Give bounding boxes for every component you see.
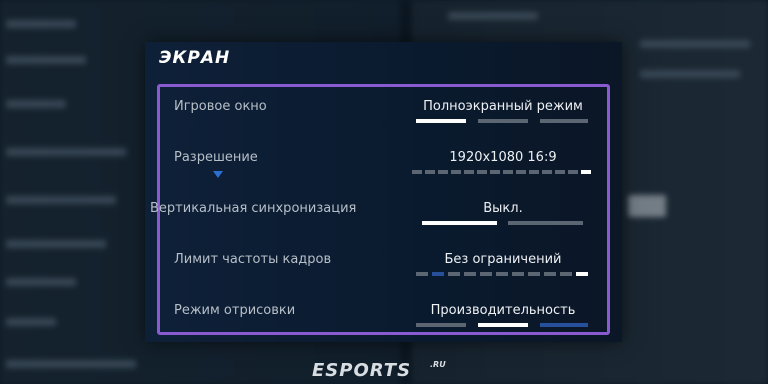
setting-label: Вертикальная синхронизация (150, 201, 357, 216)
background-line (6, 148, 126, 156)
settings-list: Игровое окно Полноэкранный режим Разреше… (150, 84, 610, 335)
setting-value: Полноэкранный режим (423, 99, 583, 114)
setting-resolution[interactable]: Разрешение 1920x1080 16:9 (160, 142, 607, 192)
option-segment[interactable] (477, 170, 487, 174)
option-segment[interactable] (412, 170, 422, 174)
option-segment[interactable] (416, 323, 466, 327)
background-line (640, 40, 750, 48)
setting-value: Производительность (430, 303, 576, 318)
option-segment[interactable] (416, 119, 466, 123)
option-segment[interactable] (496, 272, 508, 276)
setting-value: Выкл. (483, 201, 523, 216)
option-segment[interactable] (464, 170, 474, 174)
option-segment[interactable] (581, 170, 591, 174)
option-segment[interactable] (425, 170, 435, 174)
logo-suffix: .RU (430, 360, 446, 369)
cursor-triangle-icon (213, 171, 223, 178)
background-line (6, 20, 76, 28)
option-segment[interactable] (416, 272, 428, 276)
option-segment[interactable] (529, 170, 539, 174)
background-line (448, 12, 538, 20)
setting-render-mode[interactable]: Режим отрисовки Производительность (160, 295, 607, 345)
setting-label: Игровое окно (174, 99, 267, 114)
option-segment[interactable] (544, 272, 556, 276)
option-segment[interactable] (542, 170, 552, 174)
setting-value: Без ограничений (444, 252, 562, 267)
option-segment[interactable] (503, 170, 513, 174)
setting-vsync[interactable]: Вертикальная синхронизация Выкл. (150, 193, 607, 243)
esports-ru-logo: ESPORTS .RU (312, 360, 446, 381)
option-segment[interactable] (480, 272, 492, 276)
option-segment[interactable] (490, 170, 500, 174)
option-segment[interactable] (540, 119, 588, 123)
background-line (6, 278, 76, 286)
background-line (6, 240, 106, 248)
option-segment[interactable] (540, 323, 588, 327)
option-segment[interactable] (448, 272, 460, 276)
background-line (640, 70, 740, 78)
screen-settings-panel: ЭКРАН Игровое окно Полноэкранный режим Р… (145, 42, 622, 342)
option-segment[interactable] (512, 272, 524, 276)
option-segment[interactable] (528, 272, 540, 276)
option-segment[interactable] (464, 272, 476, 276)
background-line (6, 100, 66, 108)
option-segment[interactable] (576, 272, 588, 276)
option-segment[interactable] (568, 170, 578, 174)
setting-value: 1920x1080 16:9 (449, 150, 557, 165)
background-button (628, 195, 666, 217)
section-title: ЭКРАН (159, 48, 231, 68)
option-segment[interactable] (478, 323, 528, 327)
setting-label: Режим отрисовки (174, 303, 296, 318)
option-segment[interactable] (432, 272, 444, 276)
background-line (6, 318, 56, 326)
option-segment[interactable] (478, 119, 528, 123)
setting-fps-limit[interactable]: Лимит частоты кадров Без ограничений (160, 244, 607, 294)
setting-window-mode[interactable]: Игровое окно Полноэкранный режим (160, 91, 607, 141)
option-segment[interactable] (560, 272, 572, 276)
option-segment[interactable] (555, 170, 565, 174)
setting-label: Лимит частоты кадров (174, 252, 332, 267)
logo-text: ESPORTS (312, 360, 412, 381)
background-line (6, 196, 116, 204)
option-segment[interactable] (516, 170, 526, 174)
setting-label: Разрешение (174, 150, 258, 165)
option-segment[interactable] (451, 170, 461, 174)
background-line (6, 360, 136, 368)
background-line (6, 56, 86, 64)
option-segment[interactable] (438, 170, 448, 174)
option-segment[interactable] (508, 221, 583, 225)
option-segment[interactable] (422, 221, 497, 225)
